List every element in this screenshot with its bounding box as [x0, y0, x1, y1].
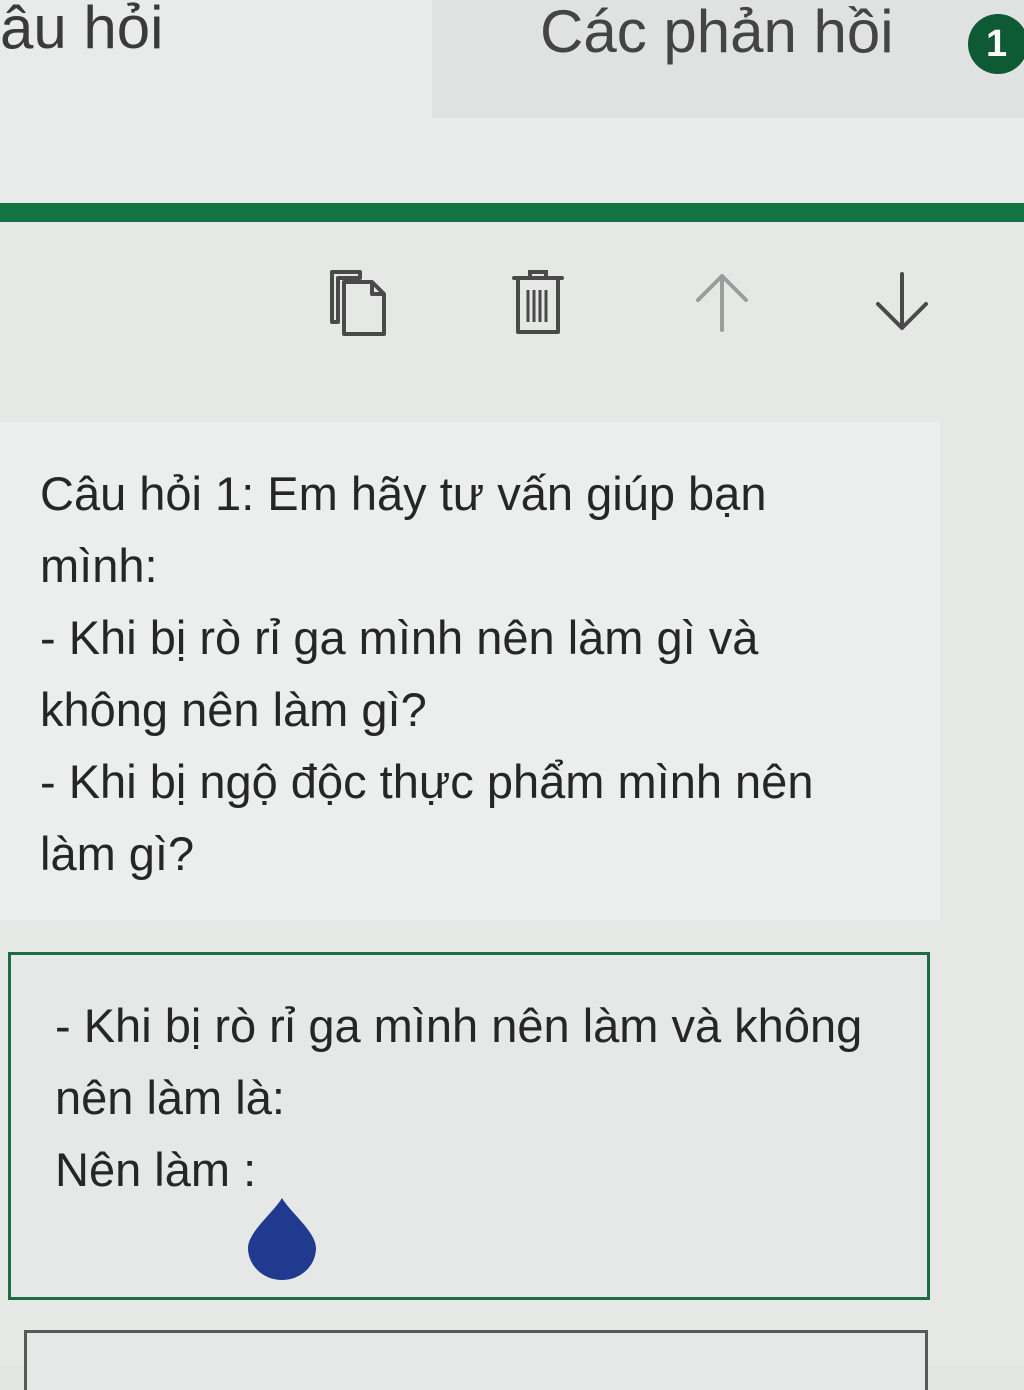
question-line: mình:	[40, 539, 158, 592]
answer-line: Nên làm :	[55, 1143, 257, 1196]
arrow-down-icon	[876, 272, 928, 330]
question-line: - Khi bị ngộ độc thực phẩm mình nên	[40, 755, 814, 808]
tab-bar: âu hỏi Các phản hồi 1	[0, 0, 1024, 205]
tab-questions[interactable]: âu hỏi	[0, 0, 163, 58]
tab-responses[interactable]: Các phản hồi	[540, 2, 894, 62]
trash-icon	[512, 270, 564, 334]
next-question-box[interactable]	[24, 1330, 928, 1390]
move-up-button[interactable]	[682, 262, 762, 342]
text-cursor-handle-icon[interactable]	[246, 1196, 318, 1280]
arrow-up-icon	[696, 274, 748, 332]
active-section-accent-line	[0, 203, 1024, 222]
answer-input-text[interactable]: - Khi bị rò rỉ ga mình nên làm và không …	[55, 990, 915, 1206]
question-prompt-text: Câu hỏi 1: Em hãy tư vấn giúp bạn mình: …	[40, 458, 920, 890]
delete-question-button[interactable]	[498, 262, 578, 342]
question-line: làm gì?	[40, 827, 195, 880]
move-down-button[interactable]	[862, 262, 942, 342]
answer-line: - Khi bị rò rỉ ga mình nên làm và không	[55, 999, 863, 1052]
question-line: - Khi bị rò rỉ ga mình nên làm gì và	[40, 611, 759, 664]
answer-line: nên làm là:	[55, 1071, 285, 1124]
question-line: Câu hỏi 1: Em hãy tư vấn giúp bạn	[40, 467, 767, 520]
duplicate-question-button[interactable]	[318, 262, 398, 342]
responses-count-badge: 1	[968, 14, 1024, 74]
question-line: không nên làm gì?	[40, 683, 427, 736]
copy-icon	[330, 270, 386, 336]
